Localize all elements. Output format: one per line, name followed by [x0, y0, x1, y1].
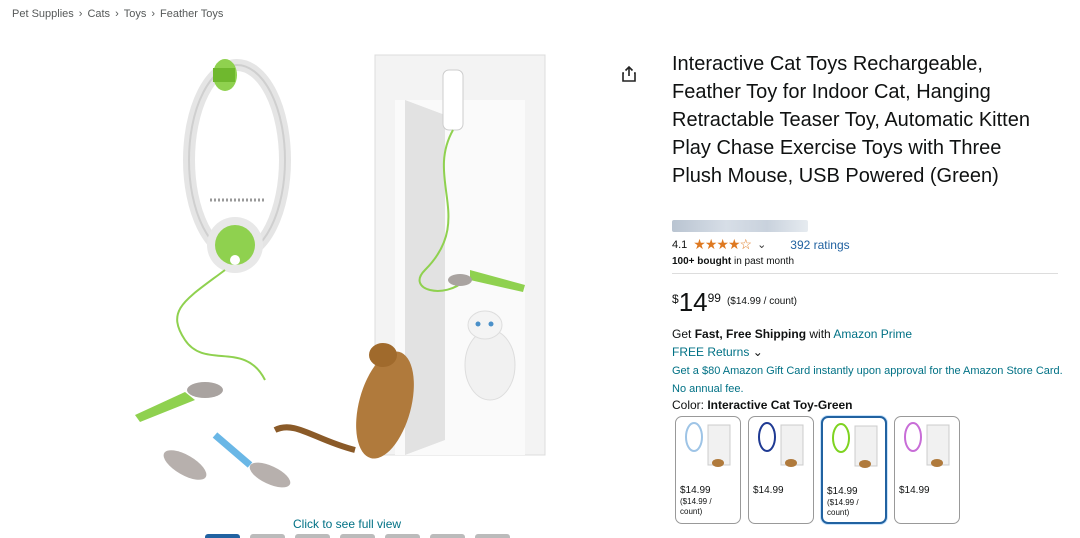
breadcrumb-separator: ›: [151, 8, 156, 20]
swatch-image: [832, 423, 878, 468]
unit-price: ($14.99 / count): [726, 296, 798, 307]
chevron-down-icon[interactable]: ⌄: [757, 238, 766, 251]
product-title: Interactive Cat Toys Rechargeable, Feath…: [672, 53, 1030, 187]
price: $ 14 99 ($14.99 / count): [672, 288, 797, 316]
shipping-info: Get Fast, Free Shipping with Amazon Prim…: [672, 327, 912, 341]
color-swatches: $14.99 ($14.99 / count) $14.99 $14.99 ($…: [675, 416, 960, 524]
thumbnail[interactable]: [340, 534, 375, 538]
swatch-price: $14.99: [753, 485, 784, 496]
swatch-unit-price: ($14.99 / count): [680, 497, 712, 516]
rating-value: 4.1: [672, 238, 688, 251]
color-swatch[interactable]: $14.99 ($14.99 / count): [675, 416, 741, 524]
blurred-store-link[interactable]: [672, 220, 808, 232]
price-fraction: 99: [707, 291, 721, 305]
color-swatch[interactable]: $14.99: [894, 416, 960, 524]
price-whole: 14: [678, 287, 708, 317]
breadcrumb-separator: ›: [115, 8, 119, 20]
thumbnail[interactable]: [475, 534, 510, 538]
store-card-promo-link[interactable]: Get a $80 Amazon Gift Card instantly upo…: [672, 362, 1064, 398]
bought-period: in past month: [731, 256, 794, 267]
thumbnail-strip: [205, 534, 510, 538]
free-returns-label: FREE Returns: [672, 345, 750, 359]
bought-in-past-month: 100+ bought in past month: [672, 256, 794, 267]
main-product-image[interactable]: [125, 40, 575, 515]
divider: [672, 273, 1058, 274]
product-illustration: [135, 54, 546, 488]
swatch-price: $14.99: [827, 486, 858, 497]
price-symbol: $: [672, 292, 679, 306]
rating-row: 4.1 ★★★★☆ ⌄ 392 ratings: [672, 236, 850, 253]
star-rating-icon[interactable]: ★★★★☆: [693, 236, 752, 253]
swatch-price: $14.99: [899, 485, 930, 496]
swatch-image: [758, 422, 804, 467]
swatch-price: $14.99: [680, 485, 711, 496]
color-label: Color: Interactive Cat Toy-Green: [672, 398, 853, 412]
chevron-down-icon: ⌄: [752, 345, 763, 359]
breadcrumb-feather-toys[interactable]: Feather Toys: [160, 8, 223, 20]
bought-count: 100+ bought: [672, 256, 732, 267]
thumbnail[interactable]: [295, 534, 330, 538]
swatch-unit-price: ($14.99 / count): [827, 498, 859, 517]
breadcrumb-pet-supplies[interactable]: Pet Supplies: [12, 8, 74, 20]
thumbnail[interactable]: [385, 534, 420, 538]
thumbnail[interactable]: [250, 534, 285, 538]
color-selected: Interactive Cat Toy-Green: [707, 398, 853, 412]
color-swatch[interactable]: $14.99: [748, 416, 814, 524]
swatch-image: [685, 422, 731, 467]
shipping-get: Get: [672, 327, 695, 341]
share-icon[interactable]: [620, 65, 638, 83]
shipping-bold: Fast, Free Shipping: [694, 327, 807, 341]
color-swatch-selected[interactable]: $14.99 ($14.99 / count): [821, 416, 887, 524]
thumbnail[interactable]: [430, 534, 465, 538]
amazon-prime-link[interactable]: Amazon Prime: [833, 327, 912, 341]
shipping-with: with: [806, 327, 834, 341]
swatch-image: [904, 422, 950, 467]
breadcrumb-toys[interactable]: Toys: [124, 8, 147, 20]
free-returns-link[interactable]: FREE Returns ⌄: [672, 345, 763, 359]
color-prefix: Color:: [672, 398, 708, 412]
see-full-view-link[interactable]: Click to see full view: [293, 517, 401, 531]
breadcrumb: Pet Supplies › Cats › Toys › Feather Toy…: [12, 8, 223, 20]
thumbnail[interactable]: [205, 534, 240, 538]
breadcrumb-cats[interactable]: Cats: [87, 8, 110, 20]
ratings-count-link[interactable]: 392 ratings: [790, 238, 849, 252]
breadcrumb-separator: ›: [78, 8, 83, 20]
